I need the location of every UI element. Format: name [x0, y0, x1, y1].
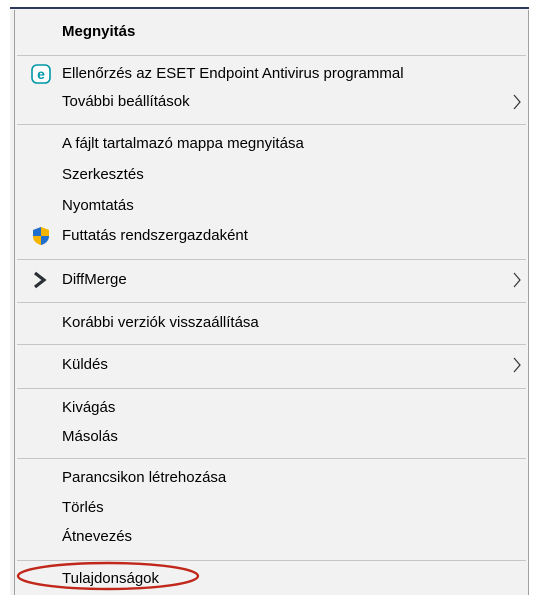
menu-item-label: DiffMerge: [62, 271, 127, 288]
menu-item-label: Ellenőrzés az ESET Endpoint Antivirus pr…: [62, 65, 404, 82]
menu-item-label: Másolás: [62, 428, 118, 445]
chevron-right-icon: [512, 356, 522, 374]
menu-item-label: Nyomtatás: [62, 197, 134, 214]
menu-item-delete[interactable]: Törlés: [15, 494, 528, 521]
menu-item-label: Átnevezés: [62, 528, 133, 545]
desktop-edge-right: [529, 0, 533, 595]
menu-item-open-folder[interactable]: A fájlt tartalmazó mappa megnyitása: [15, 130, 528, 157]
menu-separator: [17, 344, 526, 345]
menu-item-label: Parancsikon létrehozása: [62, 469, 227, 486]
menu-item-more-settings[interactable]: További beállítások: [15, 88, 528, 115]
window-edge-line: [10, 7, 533, 9]
context-menu: Megnyitás e Ellenőrzés az ESET Endpoint …: [14, 10, 529, 595]
menu-item-label: Megnyitás: [62, 23, 136, 40]
menu-separator: [17, 560, 526, 561]
menu-item-print[interactable]: Nyomtatás: [15, 192, 528, 219]
uac-shield-icon: [31, 226, 51, 246]
menu-separator: [17, 302, 526, 303]
menu-item-run-as-admin[interactable]: Futtatás rendszergazdaként: [15, 222, 528, 249]
menu-item-open[interactable]: Megnyitás: [15, 18, 528, 45]
menu-separator: [17, 458, 526, 459]
menu-item-properties[interactable]: Tulajdonságok: [15, 565, 528, 592]
menu-item-edit[interactable]: Szerkesztés: [15, 161, 528, 188]
desktop-edge-left: [0, 0, 10, 595]
menu-item-label: A fájlt tartalmazó mappa megnyitása: [62, 135, 304, 152]
diffmerge-arrow-icon: [31, 270, 51, 290]
menu-item-create-shortcut[interactable]: Parancsikon létrehozása: [15, 464, 528, 491]
menu-item-label: Szerkesztés: [62, 166, 144, 183]
menu-item-label: Tulajdonságok: [62, 570, 160, 587]
menu-item-restore-versions[interactable]: Korábbi verziók visszaállítása: [15, 309, 528, 336]
menu-item-rename[interactable]: Átnevezés: [15, 523, 528, 550]
menu-item-label: Korábbi verziók visszaállítása: [62, 314, 259, 331]
menu-item-label: Törlés: [62, 499, 104, 516]
menu-separator: [17, 259, 526, 260]
menu-item-label: Futtatás rendszergazdaként: [62, 227, 248, 244]
chevron-right-icon: [512, 271, 522, 289]
menu-separator: [17, 55, 526, 56]
menu-separator: [17, 388, 526, 389]
menu-item-label: Kivágás: [62, 399, 116, 416]
eset-e-icon: e: [31, 64, 51, 84]
menu-item-copy[interactable]: Másolás: [15, 423, 528, 450]
screenshot-frame: Megnyitás e Ellenőrzés az ESET Endpoint …: [0, 0, 533, 595]
menu-item-send-to[interactable]: Küldés: [15, 351, 528, 378]
menu-item-label: További beállítások: [62, 93, 190, 110]
menu-item-label: Küldés: [62, 356, 108, 373]
svg-text:e: e: [37, 66, 45, 82]
menu-item-cut[interactable]: Kivágás: [15, 394, 528, 421]
chevron-right-icon: [512, 93, 522, 111]
menu-separator: [17, 124, 526, 125]
menu-item-eset-scan[interactable]: e Ellenőrzés az ESET Endpoint Antivirus …: [15, 60, 528, 87]
menu-item-diffmerge[interactable]: DiffMerge: [15, 266, 528, 293]
